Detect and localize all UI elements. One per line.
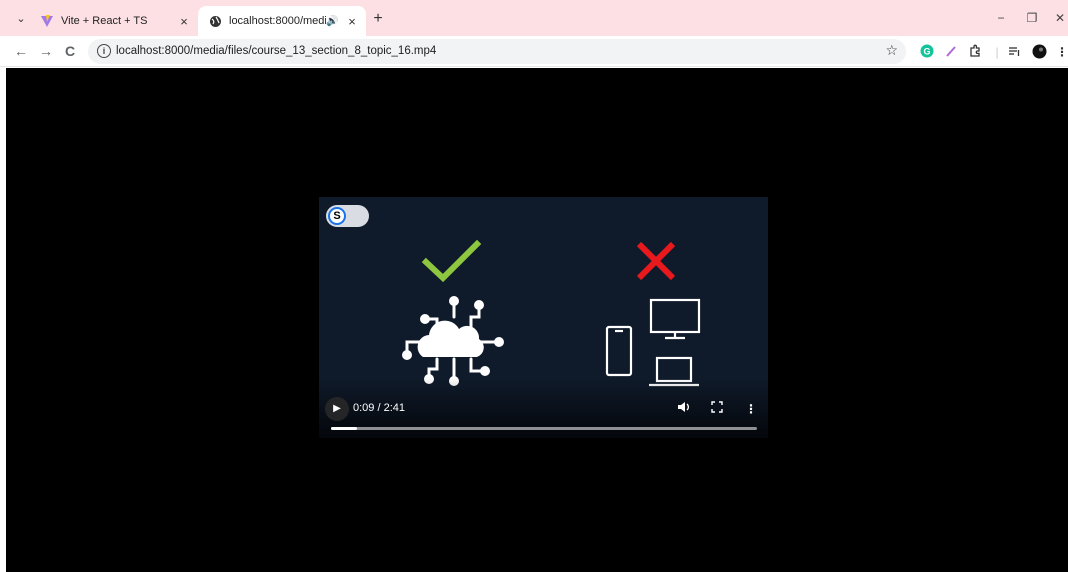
toolbar-divider: |	[995, 45, 999, 59]
tab-close-icon[interactable]: ×	[176, 14, 192, 29]
extensions-puzzle-icon[interactable]	[967, 44, 983, 60]
page-content: S ▶ 0:09 / 2:41 ⋮	[6, 68, 1068, 572]
address-bar[interactable]: i localhost:8000/media/files/course_13_s…	[88, 39, 906, 64]
time-display: 0:09 / 2:41	[353, 402, 405, 414]
url-text[interactable]: localhost:8000/media/files/course_13_sec…	[116, 45, 436, 57]
tab-title: localhost:8000/media/files/	[229, 15, 326, 27]
toggle-knob[interactable]: S	[328, 207, 346, 225]
reload-icon[interactable]: C	[60, 41, 80, 61]
bookmark-star-icon[interactable]: ☆	[885, 42, 898, 59]
vite-logo-icon	[40, 14, 54, 28]
cloud-network-icon	[402, 296, 504, 386]
check-mark-icon	[421, 239, 482, 283]
forward-arrow-icon[interactable]: →	[36, 41, 56, 61]
tab-media-file[interactable]: localhost:8000/media/files/ 🔊 ×	[198, 6, 366, 36]
svg-text:G: G	[923, 47, 930, 57]
back-arrow-icon[interactable]: ←	[11, 41, 31, 61]
video-player[interactable]: S ▶ 0:09 / 2:41 ⋮	[319, 197, 768, 438]
close-window-icon[interactable]: ✕	[1046, 8, 1068, 28]
devices-icon	[605, 298, 701, 387]
restore-icon[interactable]: ❐	[1018, 8, 1046, 28]
fullscreen-icon[interactable]	[708, 400, 726, 418]
minimize-icon[interactable]: −	[987, 8, 1015, 28]
tab-title: Vite + React + TS	[61, 15, 148, 27]
grammarly-icon[interactable]: G	[919, 44, 935, 60]
play-button[interactable]: ▶	[325, 397, 349, 421]
browser-toolbar: ← → C i localhost:8000/media/files/cours…	[0, 36, 1068, 67]
site-info-icon[interactable]: i	[97, 44, 111, 58]
volume-icon[interactable]	[675, 400, 693, 418]
tab-search-chevron-down-icon[interactable]: ⌄	[12, 10, 30, 28]
progress-fill	[331, 427, 357, 430]
more-menu-icon[interactable]: ⋮	[1054, 44, 1068, 60]
player-controls: ▶ 0:09 / 2:41 ⋮	[319, 392, 768, 438]
progress-bar[interactable]	[331, 427, 757, 430]
profile-avatar[interactable]	[1031, 44, 1047, 60]
tab-close-icon[interactable]: ×	[344, 14, 360, 29]
globe-icon	[208, 14, 222, 28]
browser-window: ⌄ Vite + React + TS × localhost:8000/med…	[0, 0, 1068, 572]
speaker-icon[interactable]: 🔊	[326, 16, 340, 27]
cross-mark-icon	[636, 241, 676, 281]
media-controls-icon[interactable]	[1006, 44, 1022, 60]
tab-strip: ⌄ Vite + React + TS × localhost:8000/med…	[0, 0, 1068, 36]
more-options-icon[interactable]: ⋮	[742, 400, 760, 418]
tab-vite-react[interactable]: Vite + React + TS ×	[30, 6, 198, 36]
extension-toggle[interactable]: S	[326, 205, 369, 227]
pen-extension-icon[interactable]	[943, 44, 959, 60]
new-tab-button[interactable]: +	[368, 9, 388, 29]
